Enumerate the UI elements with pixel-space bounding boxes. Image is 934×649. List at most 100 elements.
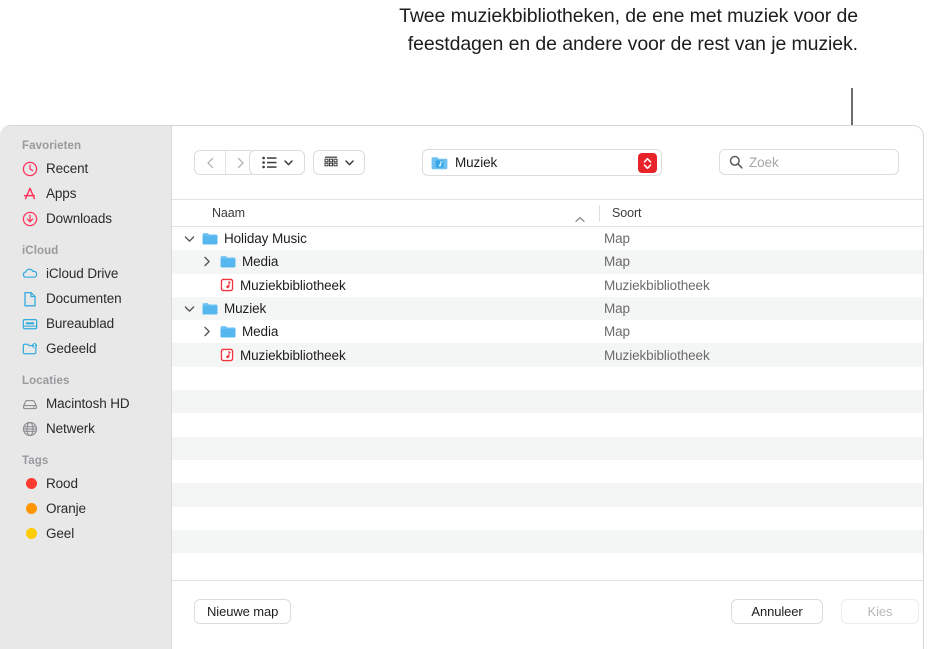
empty-row [172, 436, 923, 460]
row-kind-label: Map [604, 231, 630, 247]
row-kind-label: Muziekbibliotheek [604, 347, 710, 363]
folder-icon [220, 255, 236, 268]
path-popup-label: Muziek [455, 155, 498, 170]
sidebar-item-label: Geel [46, 526, 75, 541]
sidebar-item-recent[interactable]: Recent [0, 156, 171, 181]
row-name-cell: Holiday Music [172, 231, 604, 246]
table-row[interactable]: Media Map [172, 250, 923, 274]
path-stepper-button[interactable] [638, 153, 657, 173]
sidebar-item-label: iCloud Drive [46, 266, 119, 281]
folder-icon [220, 256, 236, 268]
sidebar-item-oranje[interactable]: Oranje [0, 496, 171, 521]
empty-row [172, 507, 923, 530]
row-name-cell: Media [172, 324, 604, 339]
disclosure-expanded-icon [184, 235, 194, 242]
download-circle-icon [22, 211, 38, 227]
app-store-icon [22, 186, 38, 202]
empty-row [172, 529, 923, 554]
music-library-icon [220, 348, 234, 362]
music-library-icon [220, 348, 234, 362]
new-folder-button[interactable]: Nieuwe map [194, 599, 292, 624]
sidebar-item-label: Netwerk [46, 421, 95, 436]
folder-icon [202, 233, 218, 245]
sidebar-group-title: Locaties [22, 375, 70, 387]
cloud-icon [22, 266, 38, 282]
folder-icon [202, 232, 218, 245]
annotation-text: Twee muziekbibliotheken, de ene met muzi… [399, 5, 858, 55]
empty-row [172, 413, 923, 436]
sidebar-item-icloud-drive[interactable]: iCloud Drive [0, 261, 171, 286]
folder-icon [220, 325, 236, 338]
document-icon [22, 291, 38, 307]
desktop-icon [22, 316, 38, 332]
list-view-icon [261, 156, 276, 169]
row-name-cell: Muziekbibliotheek [172, 278, 604, 293]
row-kind-label: Map [604, 254, 630, 270]
sidebar-item-apps[interactable]: Apps [0, 181, 171, 206]
table-row[interactable]: Muziekbibliotheek Muziekbibliotheek [172, 343, 923, 367]
sidebar-group-title: Favorieten [22, 140, 82, 152]
search-icon [729, 155, 743, 169]
search-input[interactable]: Zoek [719, 149, 899, 175]
chevron-right-icon [237, 157, 244, 168]
sort-indicator-icon [575, 210, 585, 228]
back-button[interactable] [195, 151, 225, 174]
sidebar-item-label: Gedeeld [46, 341, 97, 356]
cancel-button[interactable]: Annuleer [731, 599, 823, 624]
up-down-chevron-icon [643, 157, 652, 169]
disclosure-collapsed-icon [204, 327, 210, 337]
sidebar-item-label: Documenten [46, 291, 122, 306]
navigation-segmented-control[interactable] [194, 150, 256, 175]
sidebar-item-documenten[interactable]: Documenten [0, 286, 171, 311]
shared-folder-icon [22, 341, 38, 357]
sidebar-item-gedeeld[interactable]: Gedeeld [0, 336, 171, 361]
tag-dot-icon [22, 526, 38, 542]
column-divider [599, 205, 600, 222]
file-list[interactable]: Holiday Music Map Media Map Muziekbibliothee… [172, 227, 923, 580]
sidebar-item-netwerk[interactable]: Netwerk [0, 416, 171, 441]
sidebar-item-bureaublad[interactable]: Bureaublad [0, 311, 171, 336]
disclosure-collapsed-icon [204, 257, 210, 267]
disclosure-expanded-icon [184, 305, 194, 312]
disclosure-triangle[interactable] [200, 326, 214, 337]
toolbar: Muziek Zoek [172, 126, 923, 199]
row-kind-label: Map [604, 324, 630, 340]
music-folder-icon [431, 156, 448, 169]
tag-dot-icon [22, 476, 38, 492]
row-name-label: Muziekbibliotheek [240, 277, 346, 293]
disclosure-triangle[interactable] [182, 305, 196, 313]
disclosure-triangle[interactable] [200, 256, 214, 267]
tag-dot-icon [22, 501, 38, 517]
table-row[interactable]: Muziek Map [172, 296, 923, 321]
empty-row [172, 390, 923, 414]
table-row[interactable]: Media Map [172, 320, 923, 343]
sidebar-item-rood[interactable]: Rood [0, 471, 171, 496]
sidebar: Favorieten Recent Apps Downloads iCloud iClou… [0, 126, 172, 649]
sidebar-item-label: Apps [46, 186, 77, 201]
sidebar-item-geel[interactable]: Geel [0, 521, 171, 546]
column-header-name[interactable]: Naam [212, 206, 245, 220]
row-kind-label: Map [604, 301, 630, 317]
row-kind-label: Muziekbibliotheek [604, 277, 710, 293]
table-row[interactable]: Holiday Music Map [172, 227, 923, 250]
sidebar-item-label: Rood [46, 476, 78, 491]
sidebar-item-label: Macintosh HD [46, 396, 130, 411]
sidebar-item-macintosh-hd[interactable]: Macintosh HD [0, 391, 171, 416]
row-name-cell: Media [172, 254, 604, 269]
music-library-icon [220, 279, 234, 292]
path-popup-button[interactable]: Muziek [422, 149, 662, 176]
row-name-label: Holiday Music [224, 231, 307, 247]
music-library-icon [220, 278, 234, 292]
sidebar-item-downloads[interactable]: Downloads [0, 206, 171, 231]
hard-disk-icon [22, 396, 38, 412]
empty-row [172, 367, 923, 390]
table-row[interactable]: Muziekbibliotheek Muziekbibliotheek [172, 274, 923, 297]
group-by-icon [324, 156, 338, 167]
disclosure-triangle[interactable] [182, 235, 196, 243]
empty-row [172, 483, 923, 507]
empty-row [172, 460, 923, 483]
view-options-button[interactable] [249, 150, 305, 175]
group-by-button[interactable] [313, 150, 365, 175]
choose-button: Kies [841, 599, 919, 624]
column-header-kind[interactable]: Soort [612, 206, 641, 220]
